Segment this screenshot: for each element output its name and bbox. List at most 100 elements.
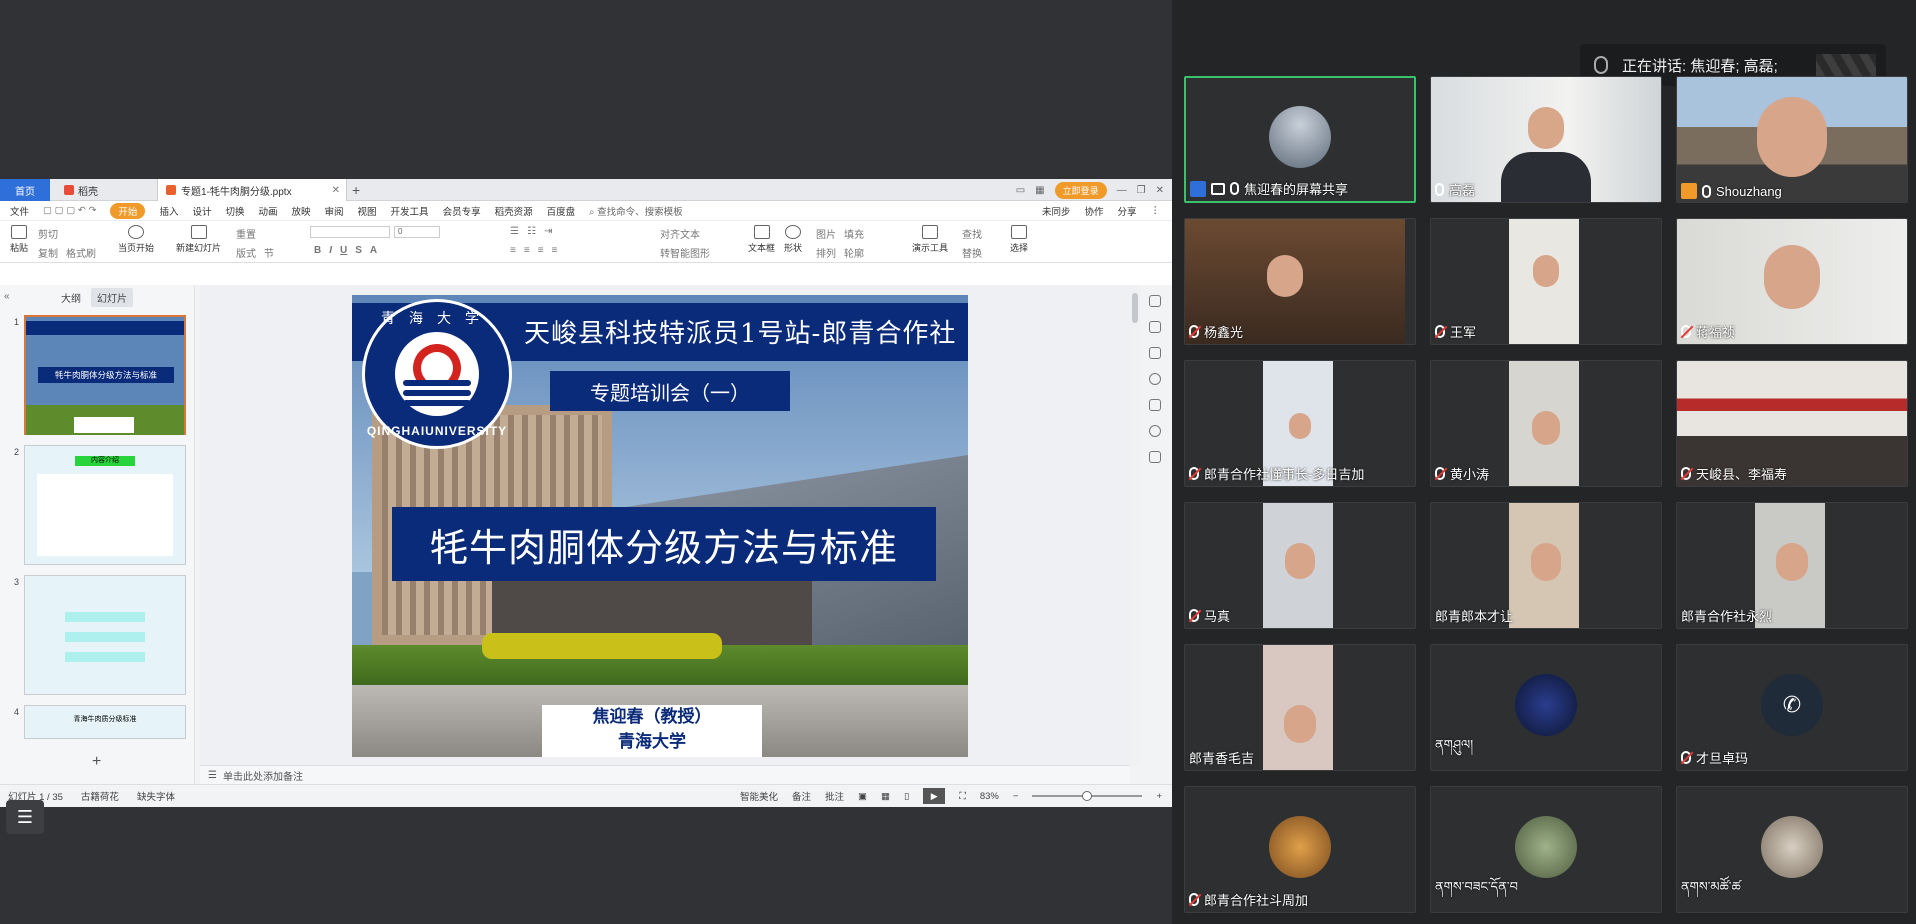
reading-view-icon[interactable]: ▯ [904,791,909,802]
tab-home[interactable]: 首页 [0,179,50,201]
menu-animation[interactable]: 动画 [258,204,277,218]
theme-name[interactable]: 古籍荷花 [81,789,119,803]
menu-quick-tools[interactable]: ▢ ▢ ▢ ↶ ↷ [43,205,96,216]
slide-thumbnail-3[interactable] [24,575,186,695]
grid-icon[interactable]: ▦ [1035,185,1044,196]
restore-icon[interactable]: ❐ [1137,185,1146,196]
align-right-icon[interactable]: ≡ [538,245,544,256]
shape-button[interactable]: 形状 [784,225,802,254]
from-current-button[interactable]: 当页开始 [118,225,154,254]
present-tools-button[interactable]: 演示工具 [912,225,948,254]
normal-view-icon[interactable]: ▣ [858,791,867,802]
participant-tile[interactable]: 杨鑫光 [1184,218,1416,345]
select-button[interactable]: 选择 [1010,225,1028,254]
command-search[interactable]: ⌕ 查找命令、搜索模板 [589,204,682,218]
vertical-scrollbar[interactable] [1130,285,1140,765]
align-left-icon[interactable]: ≡ [510,245,516,256]
menu-baidu[interactable]: 百度盘 [547,204,576,218]
font-color-button[interactable]: A [370,245,377,256]
italic-button[interactable]: I [329,245,332,256]
textbox-button[interactable]: 文本框 [748,225,775,254]
find-button[interactable]: 查找 [962,226,982,241]
slide-thumbnail-1[interactable]: 牦牛肉胴体分级方法与标准 [24,315,186,435]
bullets-icon[interactable]: ☰ [510,226,519,237]
participant-tile[interactable]: 高磊 [1430,76,1662,203]
participant-tile[interactable]: ནགས་བཟང་དོན་བ [1430,786,1662,913]
layout-icon[interactable]: ▭ [1016,185,1025,196]
underline-button[interactable]: U [340,245,347,256]
replace-button[interactable]: 替换 [962,245,982,260]
collab-button[interactable]: 协作 [1084,204,1103,218]
justify-icon[interactable]: ≡ [552,245,558,256]
menu-start[interactable]: 开始 [110,202,146,219]
cut-button[interactable]: 剪切 [38,226,58,241]
notes-bar[interactable]: ☰ 单击此处添加备注 [200,765,1130,784]
align-center-icon[interactable]: ≡ [524,245,530,256]
tab-outline[interactable]: 大纲 [61,290,81,305]
participant-tile[interactable]: 焦迎春的屏幕共享 [1184,76,1416,203]
reset-button[interactable]: 重置 [236,226,256,241]
participant-tile[interactable]: 郎青合作社永烈 [1676,502,1908,629]
zoom-slider[interactable] [1032,791,1143,801]
sorter-view-icon[interactable]: ▦ [881,791,890,802]
pin-icon[interactable] [1149,321,1161,333]
new-tab-button[interactable]: + [352,182,360,198]
bold-button[interactable]: B [314,245,321,256]
help-icon[interactable] [1149,373,1161,385]
menu-insert[interactable]: 插入 [159,204,178,218]
zoom-in-icon[interactable]: + [1156,791,1162,802]
current-slide[interactable]: 天峻县科技特派员1号站-郎青合作社 专题培训会（一） 青海大学 QINGHAIU… [352,295,968,757]
menu-view[interactable]: 视图 [358,204,377,218]
properties-icon[interactable] [1149,295,1161,307]
participant-tile[interactable]: 蒋福祯 [1676,218,1908,345]
minimize-icon[interactable]: — [1117,185,1127,196]
more-icon[interactable]: ⋮ [1151,205,1161,216]
slide-thumbnail-4[interactable]: 青海牛肉质分级标准 [24,705,186,739]
login-button[interactable]: 立即登录 [1054,181,1107,199]
notes-toggle[interactable]: 备注 [792,789,811,803]
play-slideshow-button[interactable]: ▶ [923,788,946,804]
tab-current-file[interactable]: 专题1-牦牛肉胴分级.pptx ✕ [157,179,347,201]
convert-smartart-button[interactable]: 转智能图形 [660,245,710,260]
participant-tile[interactable]: 马真 [1184,502,1416,629]
close-tab-icon[interactable]: ✕ [332,185,340,196]
zoom-out-icon[interactable]: − [1013,791,1019,802]
paste-button[interactable]: 粘贴 [10,225,28,254]
location-icon[interactable] [1149,425,1161,437]
menu-daoke-resources[interactable]: 稻壳资源 [495,204,533,218]
indent-icon[interactable]: ⇥ [544,226,552,237]
participant-tile[interactable]: Shouzhang [1676,76,1908,203]
fit-icon[interactable]: ⛶ [959,791,966,802]
new-slide-button[interactable]: 新建幻灯片 [176,225,221,254]
share-button[interactable]: 分享 [1117,204,1136,218]
menu-design[interactable]: 设计 [192,204,211,218]
comments-toggle[interactable]: 批注 [825,789,844,803]
menu-member[interactable]: 会员专享 [443,204,481,218]
participant-tile[interactable]: ✆ 才旦卓玛 [1676,644,1908,771]
list-menu-button[interactable]: ☰ [6,800,44,834]
beautify-button[interactable]: 智能美化 [740,789,778,803]
participant-tile[interactable]: 郎青合作社斗周加 [1184,786,1416,913]
participant-tile[interactable]: 黄小涛 [1430,360,1662,487]
menu-transition[interactable]: 切换 [225,204,244,218]
participant-tile[interactable]: 天峻县、李福寿 [1676,360,1908,487]
numbering-icon[interactable]: ☷ [527,226,536,237]
outline-button[interactable]: 轮廓 [844,245,864,260]
image-icon[interactable] [1149,399,1161,411]
strike-button[interactable]: S [355,245,362,256]
participant-tile[interactable]: 王军 [1430,218,1662,345]
menu-file[interactable]: 文件 [10,204,29,218]
format-painter-button[interactable]: 格式刷 [66,245,96,260]
book-icon[interactable] [1149,451,1161,463]
menu-review[interactable]: 审阅 [325,204,344,218]
layout-button[interactable]: 版式 [236,245,256,260]
participant-tile[interactable]: 郎青郎本才让 [1430,502,1662,629]
font-name-select[interactable] [310,226,390,238]
tab-slides[interactable]: 幻灯片 [91,287,133,307]
menu-slideshow[interactable]: 放映 [292,204,311,218]
close-window-icon[interactable]: ✕ [1156,185,1164,196]
sync-status[interactable]: 未同步 [1042,204,1071,218]
transform-icon[interactable] [1149,347,1161,359]
section-button[interactable]: 节 [264,245,274,260]
fill-button[interactable]: 填充 [844,226,864,241]
